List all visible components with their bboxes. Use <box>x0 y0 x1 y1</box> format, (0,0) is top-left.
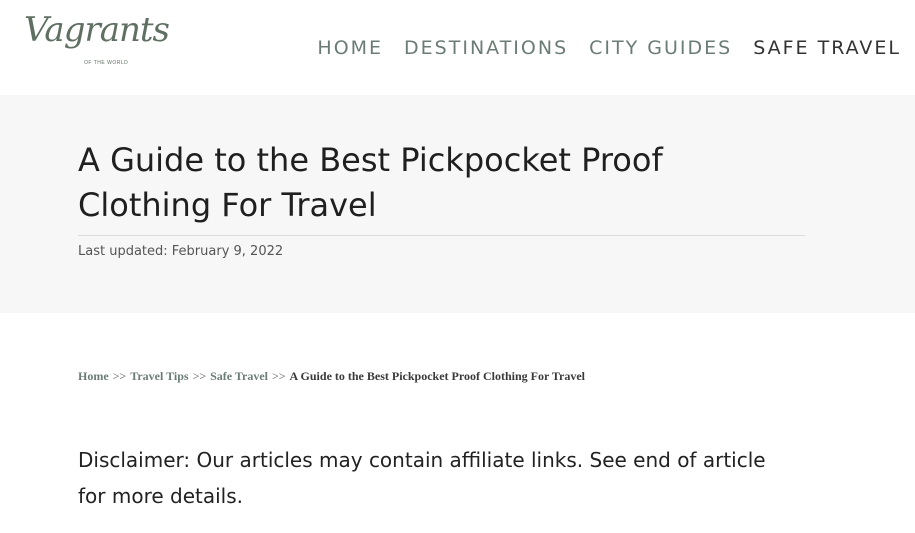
divider <box>78 235 805 236</box>
breadcrumb-safe-travel[interactable]: Safe Travel <box>210 369 268 383</box>
site-logo[interactable]: Vagrants OF THE WORLD <box>24 10 170 82</box>
logo-tagline: OF THE WORLD <box>84 60 129 66</box>
breadcrumb-home[interactable]: Home <box>78 369 109 383</box>
breadcrumb-current: A Guide to the Best Pickpocket Proof Clo… <box>289 369 585 383</box>
breadcrumb-separator: >> <box>272 369 286 383</box>
last-updated: Last updated: February 9, 2022 <box>78 244 284 259</box>
article-hero: A Guide to the Best Pickpocket Proof Clo… <box>0 95 915 313</box>
breadcrumb-travel-tips[interactable]: Travel Tips <box>130 369 188 383</box>
breadcrumb-separator: >> <box>112 369 127 383</box>
breadcrumb: Home >> Travel Tips >> Safe Travel >> A Guide … <box>78 369 585 384</box>
main-nav: HOME DESTINATIONS CITY GUIDES SAFE TRAVE… <box>317 37 901 59</box>
nav-destinations[interactable]: DESTINATIONS <box>404 37 568 59</box>
nav-home[interactable]: HOME <box>317 37 383 59</box>
logo-script: Vagrants <box>24 10 170 50</box>
affiliate-disclaimer: Disclaimer: Our articles may contain aff… <box>78 448 766 508</box>
site-header: Vagrants OF THE WORLD HOME DESTINATIONS … <box>0 0 915 95</box>
nav-safe-travel[interactable]: SAFE TRAVEL <box>753 37 901 59</box>
nav-city-guides[interactable]: CITY GUIDES <box>589 37 732 59</box>
page-title: A Guide to the Best Pickpocket Proof Clo… <box>78 141 663 224</box>
breadcrumb-separator: >> <box>192 369 207 383</box>
